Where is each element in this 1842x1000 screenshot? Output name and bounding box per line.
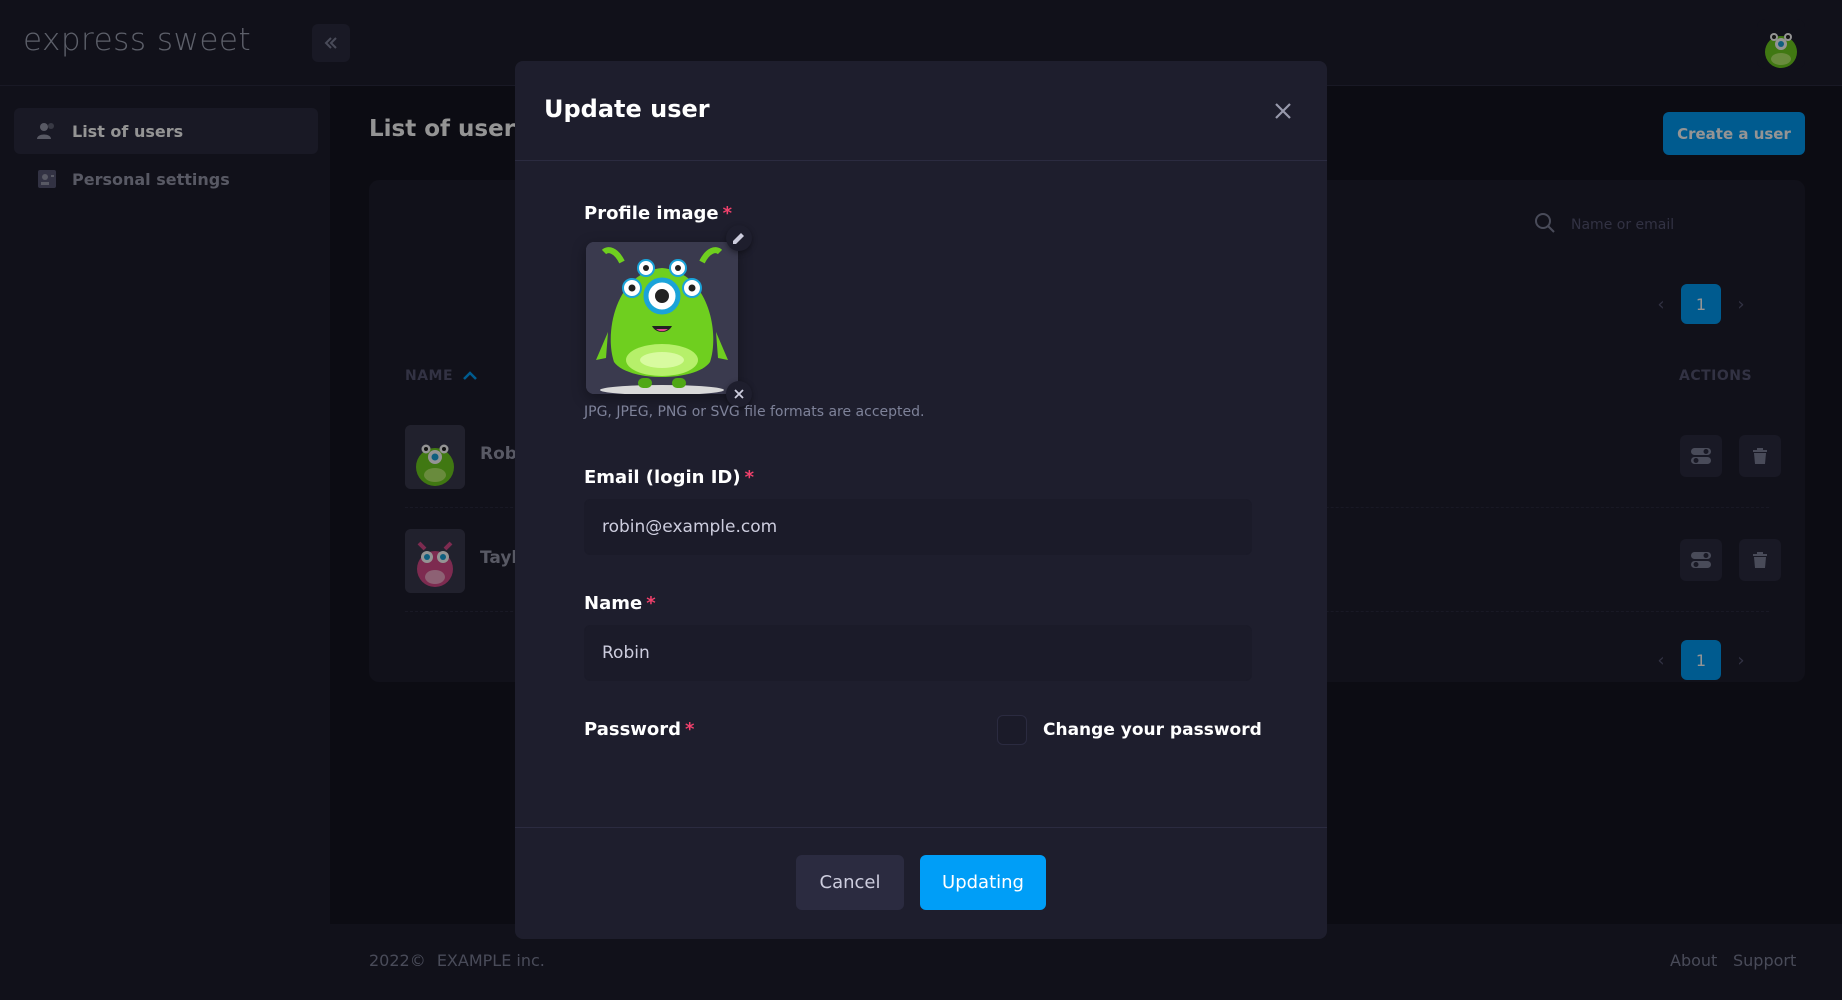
profile-image-label: Profile image *	[584, 203, 733, 224]
required-mark: *	[685, 719, 695, 740]
close-icon	[734, 389, 744, 399]
required-mark: *	[744, 467, 754, 488]
modal-title: Update user	[544, 95, 710, 123]
update-button[interactable]: Updating	[920, 855, 1046, 910]
email-field[interactable]	[584, 499, 1252, 555]
pencil-icon	[733, 233, 744, 244]
name-label: Name *	[584, 593, 656, 614]
green-monster-image	[586, 242, 738, 394]
change-password-checkbox[interactable]	[997, 715, 1027, 745]
modal-close-button[interactable]	[1267, 95, 1299, 127]
change-password-toggle[interactable]: Change your password	[997, 715, 1262, 745]
image-format-hint: JPG, JPEG, PNG or SVG file formats are a…	[584, 404, 925, 420]
close-icon	[1275, 103, 1291, 119]
modal-header: Update user	[515, 61, 1327, 161]
password-label: Password *	[584, 719, 695, 740]
modal-footer: Cancel Updating	[515, 827, 1327, 939]
edit-image-button[interactable]	[726, 225, 752, 251]
required-mark: *	[646, 593, 656, 614]
name-field[interactable]	[584, 625, 1252, 681]
cancel-button[interactable]: Cancel	[796, 855, 904, 910]
app-root: express sweet List of users Personal set…	[0, 0, 1842, 1000]
update-user-modal: Update user Profile image * JPG, JPEG, P…	[515, 61, 1327, 939]
required-mark: *	[722, 203, 733, 224]
profile-image-preview[interactable]	[586, 242, 738, 394]
email-label: Email (login ID) *	[584, 467, 754, 488]
change-password-label[interactable]: Change your password	[1043, 720, 1262, 740]
